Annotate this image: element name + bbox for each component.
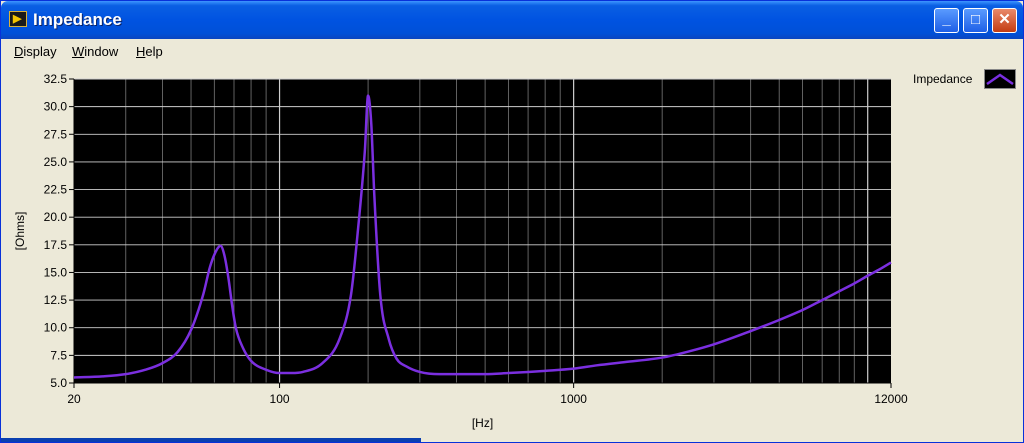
y-axis-label: [Ohms]	[13, 212, 27, 251]
impedance-point	[73, 376, 75, 378]
labview-icon[interactable]: ▶	[9, 11, 27, 27]
impedance-point	[507, 372, 509, 374]
impedance-point	[484, 373, 486, 375]
y-tick-label: 10.0	[44, 321, 68, 335]
impedance-point	[778, 319, 780, 321]
impedance-point	[661, 356, 663, 358]
impedance-point	[278, 372, 280, 374]
y-tick-label: 30.0	[44, 100, 68, 114]
impedance-point	[202, 293, 204, 295]
impedance-point	[596, 364, 598, 366]
y-tick-label: 5.0	[50, 376, 67, 390]
close-button[interactable]: ✕	[992, 8, 1017, 33]
impedance-point	[144, 369, 146, 371]
impedance-point	[321, 362, 323, 364]
impedance-point	[387, 338, 389, 340]
impedance-point	[338, 338, 340, 340]
impedance-point	[801, 309, 803, 311]
impedance-point	[219, 245, 221, 247]
impedance-point	[367, 94, 369, 96]
y-tick-label: 15.0	[44, 265, 68, 279]
x-tick-label: 100	[270, 392, 290, 406]
y-axis: 5.0 7.5 10.0 12.5 15.0 17.5 20.0 22.5 25.0 27.5 30…	[44, 72, 75, 390]
menu-help[interactable]: Help	[136, 44, 163, 59]
x-axis-label: [Hz]	[472, 416, 493, 430]
maximize-button[interactable]: □	[963, 8, 988, 33]
impedance-point	[572, 367, 574, 369]
impedance-point	[265, 369, 267, 371]
impedance-point	[527, 371, 529, 373]
y-tick-label: 17.5	[44, 238, 68, 252]
menu-window[interactable]: Window	[72, 44, 118, 59]
impedance-point	[231, 304, 233, 306]
y-tick-label: 32.5	[44, 72, 68, 86]
impedance-point	[357, 227, 359, 229]
impedance-point	[879, 268, 881, 270]
impedance-point	[713, 343, 715, 345]
impedance-point	[624, 361, 626, 363]
impedance-point	[209, 266, 211, 268]
impedance-point	[215, 249, 217, 251]
impedance-point	[455, 373, 457, 375]
impedance-point	[291, 372, 293, 374]
impedance-point	[419, 371, 421, 373]
impedance-point	[544, 370, 546, 372]
impedance-point	[379, 293, 381, 295]
x-axis: 20 100 1000 12000	[67, 382, 908, 406]
y-tick-label: 25.0	[44, 155, 68, 169]
menu-bar: Display Window Help	[1, 40, 1023, 64]
plot-area[interactable]	[74, 79, 891, 383]
x-tick-label: 20	[67, 392, 81, 406]
impedance-point	[749, 330, 751, 332]
impedance-point	[227, 277, 229, 279]
impedance-point	[890, 261, 892, 263]
y-tick-label: 7.5	[50, 348, 67, 362]
impedance-point	[689, 350, 691, 352]
impedance-chart[interactable]: 20 100 1000 12000 5.0 7.5 10.0 12.5 15.0 17.5 20.…	[0, 63, 1022, 441]
impedance-point	[867, 275, 869, 277]
impedance-point	[370, 122, 372, 124]
impedance-point	[395, 357, 397, 359]
impedance-point	[161, 362, 163, 364]
impedance-point	[223, 255, 225, 257]
impedance-point	[190, 329, 192, 331]
impedance-point	[438, 373, 440, 375]
y-tick-label: 20.0	[44, 210, 68, 224]
y-tick-label: 22.5	[44, 183, 68, 197]
menu-display[interactable]: Display	[14, 44, 57, 59]
impedance-point	[821, 299, 823, 301]
window-title: Impedance	[33, 10, 122, 29]
impedance-point	[250, 360, 252, 362]
impedance-point	[125, 373, 127, 375]
impedance-point	[242, 346, 244, 348]
y-tick-label: 12.5	[44, 293, 68, 307]
impedance-point	[373, 194, 375, 196]
title-bar[interactable]: ▶ Impedance _ □ ✕	[1, 1, 1023, 39]
impedance-point	[364, 150, 366, 152]
impedance-point	[176, 351, 178, 353]
impedance-point	[350, 293, 352, 295]
y-tick-label: 27.5	[44, 127, 68, 141]
x-tick-label: 1000	[560, 392, 587, 406]
impedance-point	[302, 371, 304, 373]
impedance-point	[235, 327, 237, 329]
impedance-point	[405, 365, 407, 367]
x-tick-label: 12000	[874, 392, 908, 406]
impedance-point	[101, 375, 103, 377]
impedance-point	[853, 282, 855, 284]
minimize-button[interactable]: _	[934, 8, 959, 33]
impedance-point	[838, 290, 840, 292]
